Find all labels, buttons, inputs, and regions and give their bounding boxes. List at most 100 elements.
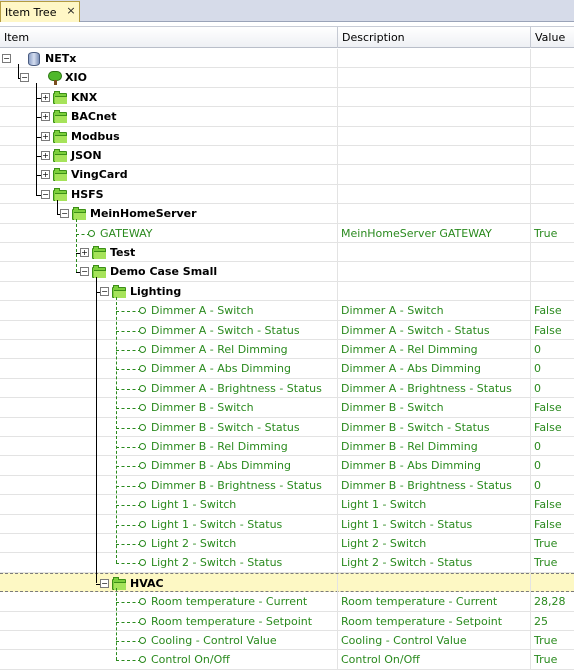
value-cell[interactable]: False [531,398,574,417]
tree-row[interactable]: Cooling - Control Value Cooling - Control… [0,631,574,651]
value-cell[interactable]: False [531,301,574,320]
tab-item-tree[interactable]: Item Tree × [0,1,80,22]
tree-connector [116,466,141,468]
value-cell[interactable]: True [531,631,574,650]
value-cell[interactable]: 0 [531,340,574,359]
value-cell[interactable]: 25 [531,612,574,631]
value-cell[interactable]: True [531,650,574,669]
tree-row[interactable]: Dimmer A - Switch - Status Dimmer A - Swi… [0,320,574,340]
tree-row[interactable]: − HSFS [0,184,574,205]
tree-row[interactable]: + Test [0,243,574,263]
tree-row[interactable]: − NETx [0,49,574,69]
tree-row[interactable]: Dimmer B - Switch - Status Dimmer B - Swi… [0,417,574,437]
tree-guide-line [116,587,117,661]
tree-connector [116,485,141,487]
tree-row[interactable]: Room temperature - Setpoint Room temperat… [0,611,574,631]
tree-row[interactable]: Dimmer B - Switch Dimmer B - Switch False [0,398,574,418]
tab-title: Item Tree [5,6,57,19]
tree-row[interactable]: Room temperature - Current Room temperatu… [0,592,574,612]
close-icon[interactable]: × [65,5,77,17]
value-cell[interactable]: 0 [531,476,574,495]
tree-connector [116,505,141,507]
value-cell[interactable]: 0 [531,437,574,456]
expand-icon[interactable]: + [41,170,50,180]
value-cell[interactable]: 0 [531,456,574,475]
expand-icon[interactable]: + [41,112,50,122]
value-cell[interactable]: False [531,321,574,340]
tree-row[interactable]: + VingCard [0,165,574,185]
value-cell[interactable]: 28,28 [531,592,574,611]
tree-row[interactable]: Dimmer A - Abs Dimming Dimmer A - Abs Dim… [0,359,574,379]
tree-row[interactable]: Dimmer A - Brightness - Status Dimmer A -… [0,378,574,399]
expand-icon[interactable]: + [41,131,50,141]
value-cell[interactable] [531,574,574,593]
tree-row[interactable]: Light 2 - Switch Light 2 - Switch True [0,534,574,554]
value-cell[interactable] [531,107,574,126]
item-label: VingCard [71,168,128,182]
tree-row[interactable]: − MeinHomeServer [0,204,574,224]
collapse-icon[interactable]: − [80,267,89,277]
tree-row[interactable]: Dimmer B - Brightness - Status Dimmer B -… [0,475,574,496]
item-cell: Dimmer A - Abs Dimming [0,359,338,379]
value-cell[interactable] [531,68,574,87]
item-cell: Room temperature - Setpoint [0,611,338,631]
tree-connector [116,524,141,526]
value-cell[interactable] [531,262,574,281]
value-cell[interactable]: 0 [531,379,574,398]
value-cell[interactable] [531,165,574,184]
collapse-icon[interactable]: − [2,54,11,63]
value-cell[interactable] [531,146,574,165]
tree-row[interactable]: Light 1 - Switch - Status Light 1 - Switc… [0,514,574,534]
tree-row[interactable]: Light 1 - Switch Light 1 - Switch False [0,495,574,515]
collapse-icon[interactable]: − [41,189,50,199]
tree-row[interactable]: + KNX [0,87,574,108]
value-cell[interactable] [531,204,574,223]
tree-row[interactable]: − Demo Case Small [0,262,574,282]
collapse-icon[interactable]: − [60,209,69,219]
datapoint-icon [139,617,146,625]
tree-row[interactable]: Dimmer B - Abs Dimming Dimmer B - Abs Dim… [0,456,574,476]
tree-row[interactable]: Dimmer A - Switch Dimmer A - Switch False [0,301,574,321]
description-cell [338,281,531,301]
collapse-icon[interactable]: − [100,286,109,296]
datapoint-icon [139,365,146,373]
value-cell[interactable] [531,243,574,262]
tree-row[interactable]: + JSON [0,146,574,166]
value-cell[interactable] [531,49,574,68]
tree-row[interactable]: − Lighting [0,281,574,302]
value-cell[interactable]: False [531,418,574,437]
collapse-icon[interactable]: − [100,578,109,588]
expand-icon[interactable]: + [41,151,50,160]
tree-row[interactable]: − XIO [0,68,574,88]
value-cell[interactable] [531,127,574,146]
expand-icon[interactable]: + [41,92,50,102]
value-cell[interactable]: True [531,534,574,553]
column-header-item[interactable]: Item [0,27,338,48]
value-cell[interactable] [531,88,574,107]
value-cell[interactable]: True [531,224,574,243]
tree-row[interactable]: Dimmer A - Rel Dimming Dimmer A - Rel Dim… [0,340,574,360]
value-cell[interactable] [531,185,574,204]
collapse-icon[interactable]: − [20,73,29,83]
tree-row[interactable]: Light 2 - Switch - Status Light 2 - Switc… [0,553,574,573]
tree-row[interactable]: + Modbus [0,126,574,146]
value-cell[interactable]: True [531,553,574,572]
column-header-description[interactable]: Description [338,27,531,48]
tree-row[interactable]: Dimmer B - Rel Dimming Dimmer B - Rel Dim… [0,437,574,457]
value-cell[interactable]: False [531,495,574,514]
column-header-value[interactable]: Value [531,27,574,48]
value-cell[interactable]: 0 [531,359,574,378]
datapoint-icon [139,501,146,509]
item-label: Dimmer B - Switch - Status [151,420,300,434]
tree-row[interactable]: + BACnet [0,107,574,127]
expand-icon[interactable]: + [80,248,89,257]
tree-row[interactable]: Control On/Off Control On/Off True [0,650,574,670]
description-cell: Dimmer B - Abs Dimming [338,456,531,476]
value-cell[interactable]: False [531,515,574,534]
value-cell[interactable] [531,282,574,301]
tree-row[interactable]: GATEWAY MeinHomeServer GATEWAY True [0,223,574,243]
item-label: Dimmer B - Abs Dimming [151,459,291,473]
tree-row[interactable]: − HVAC [0,572,574,593]
tree-connector [116,563,141,565]
item-cell: Dimmer A - Switch - Status [0,320,338,340]
